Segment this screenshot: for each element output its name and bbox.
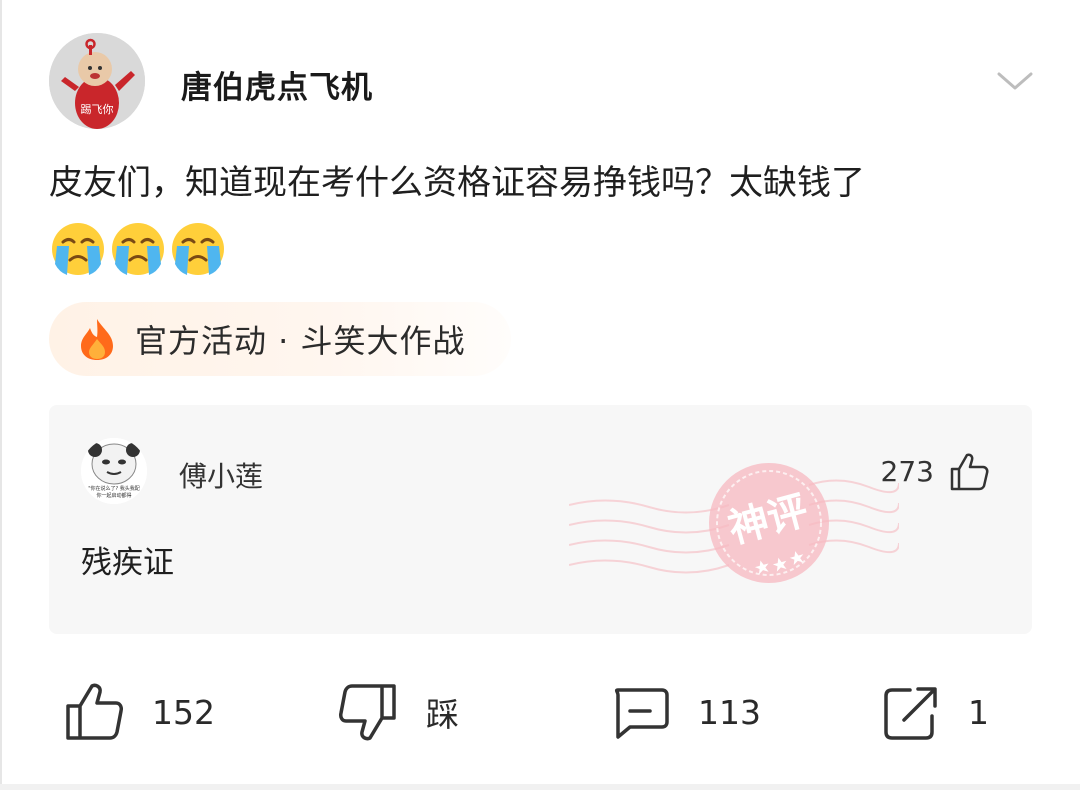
- comment-text: 残疾证: [81, 545, 174, 581]
- comment-count: 113: [698, 692, 761, 732]
- crying-face-icon: [52, 223, 104, 275]
- author-avatar[interactable]: 踢飞你: [49, 33, 145, 129]
- comment-icon: [614, 688, 669, 739]
- commenter-avatar-caption-2: 你一起启动都得: [96, 492, 131, 499]
- post-text: 皮友们，知道现在考什么资格证容易挣钱吗？太缺钱了: [49, 163, 865, 203]
- god-comment-stamp: 神评: [569, 463, 899, 583]
- like-button[interactable]: 152: [64, 680, 215, 744]
- dislike-button[interactable]: 踩: [338, 680, 459, 744]
- commenter-name[interactable]: 傅小莲: [179, 455, 263, 495]
- thumbs-up-icon[interactable]: [948, 451, 990, 493]
- like-count: 152: [152, 692, 215, 732]
- frame-left-border: [0, 0, 2, 790]
- avatar-caption: 踢飞你: [81, 103, 114, 116]
- thumbs-up-icon: [66, 683, 123, 740]
- comment-button[interactable]: 113: [610, 680, 761, 744]
- share-button[interactable]: 1: [880, 680, 989, 744]
- share-count: 1: [968, 692, 989, 732]
- author-name[interactable]: 唐伯虎点飞机: [181, 62, 373, 107]
- frame-bottom-border: [0, 784, 1080, 790]
- hot-comment-card[interactable]: 神评 "你在说么了? 我头我配 你一起启动都得 傅小莲 273 残疾证: [49, 405, 1032, 634]
- comment-like-count: 273: [880, 455, 934, 488]
- fire-icon: [81, 319, 113, 360]
- dislike-label: 踩: [426, 695, 459, 734]
- activity-tag-label: 官方活动 · 斗笑大作战: [135, 322, 466, 360]
- crying-face-icon: [112, 223, 164, 275]
- activity-tag[interactable]: 官方活动 · 斗笑大作战: [49, 302, 511, 376]
- thumbs-down-icon: [339, 684, 396, 741]
- emoji-row: [49, 220, 227, 276]
- crying-face-icon: [172, 223, 224, 275]
- commenter-avatar[interactable]: "你在说么了? 我头我配 你一起启动都得: [81, 438, 147, 504]
- chevron-down-icon[interactable]: [993, 66, 1037, 96]
- share-icon: [884, 687, 937, 740]
- commenter-avatar-caption: "你在说么了? 我头我配: [88, 485, 140, 492]
